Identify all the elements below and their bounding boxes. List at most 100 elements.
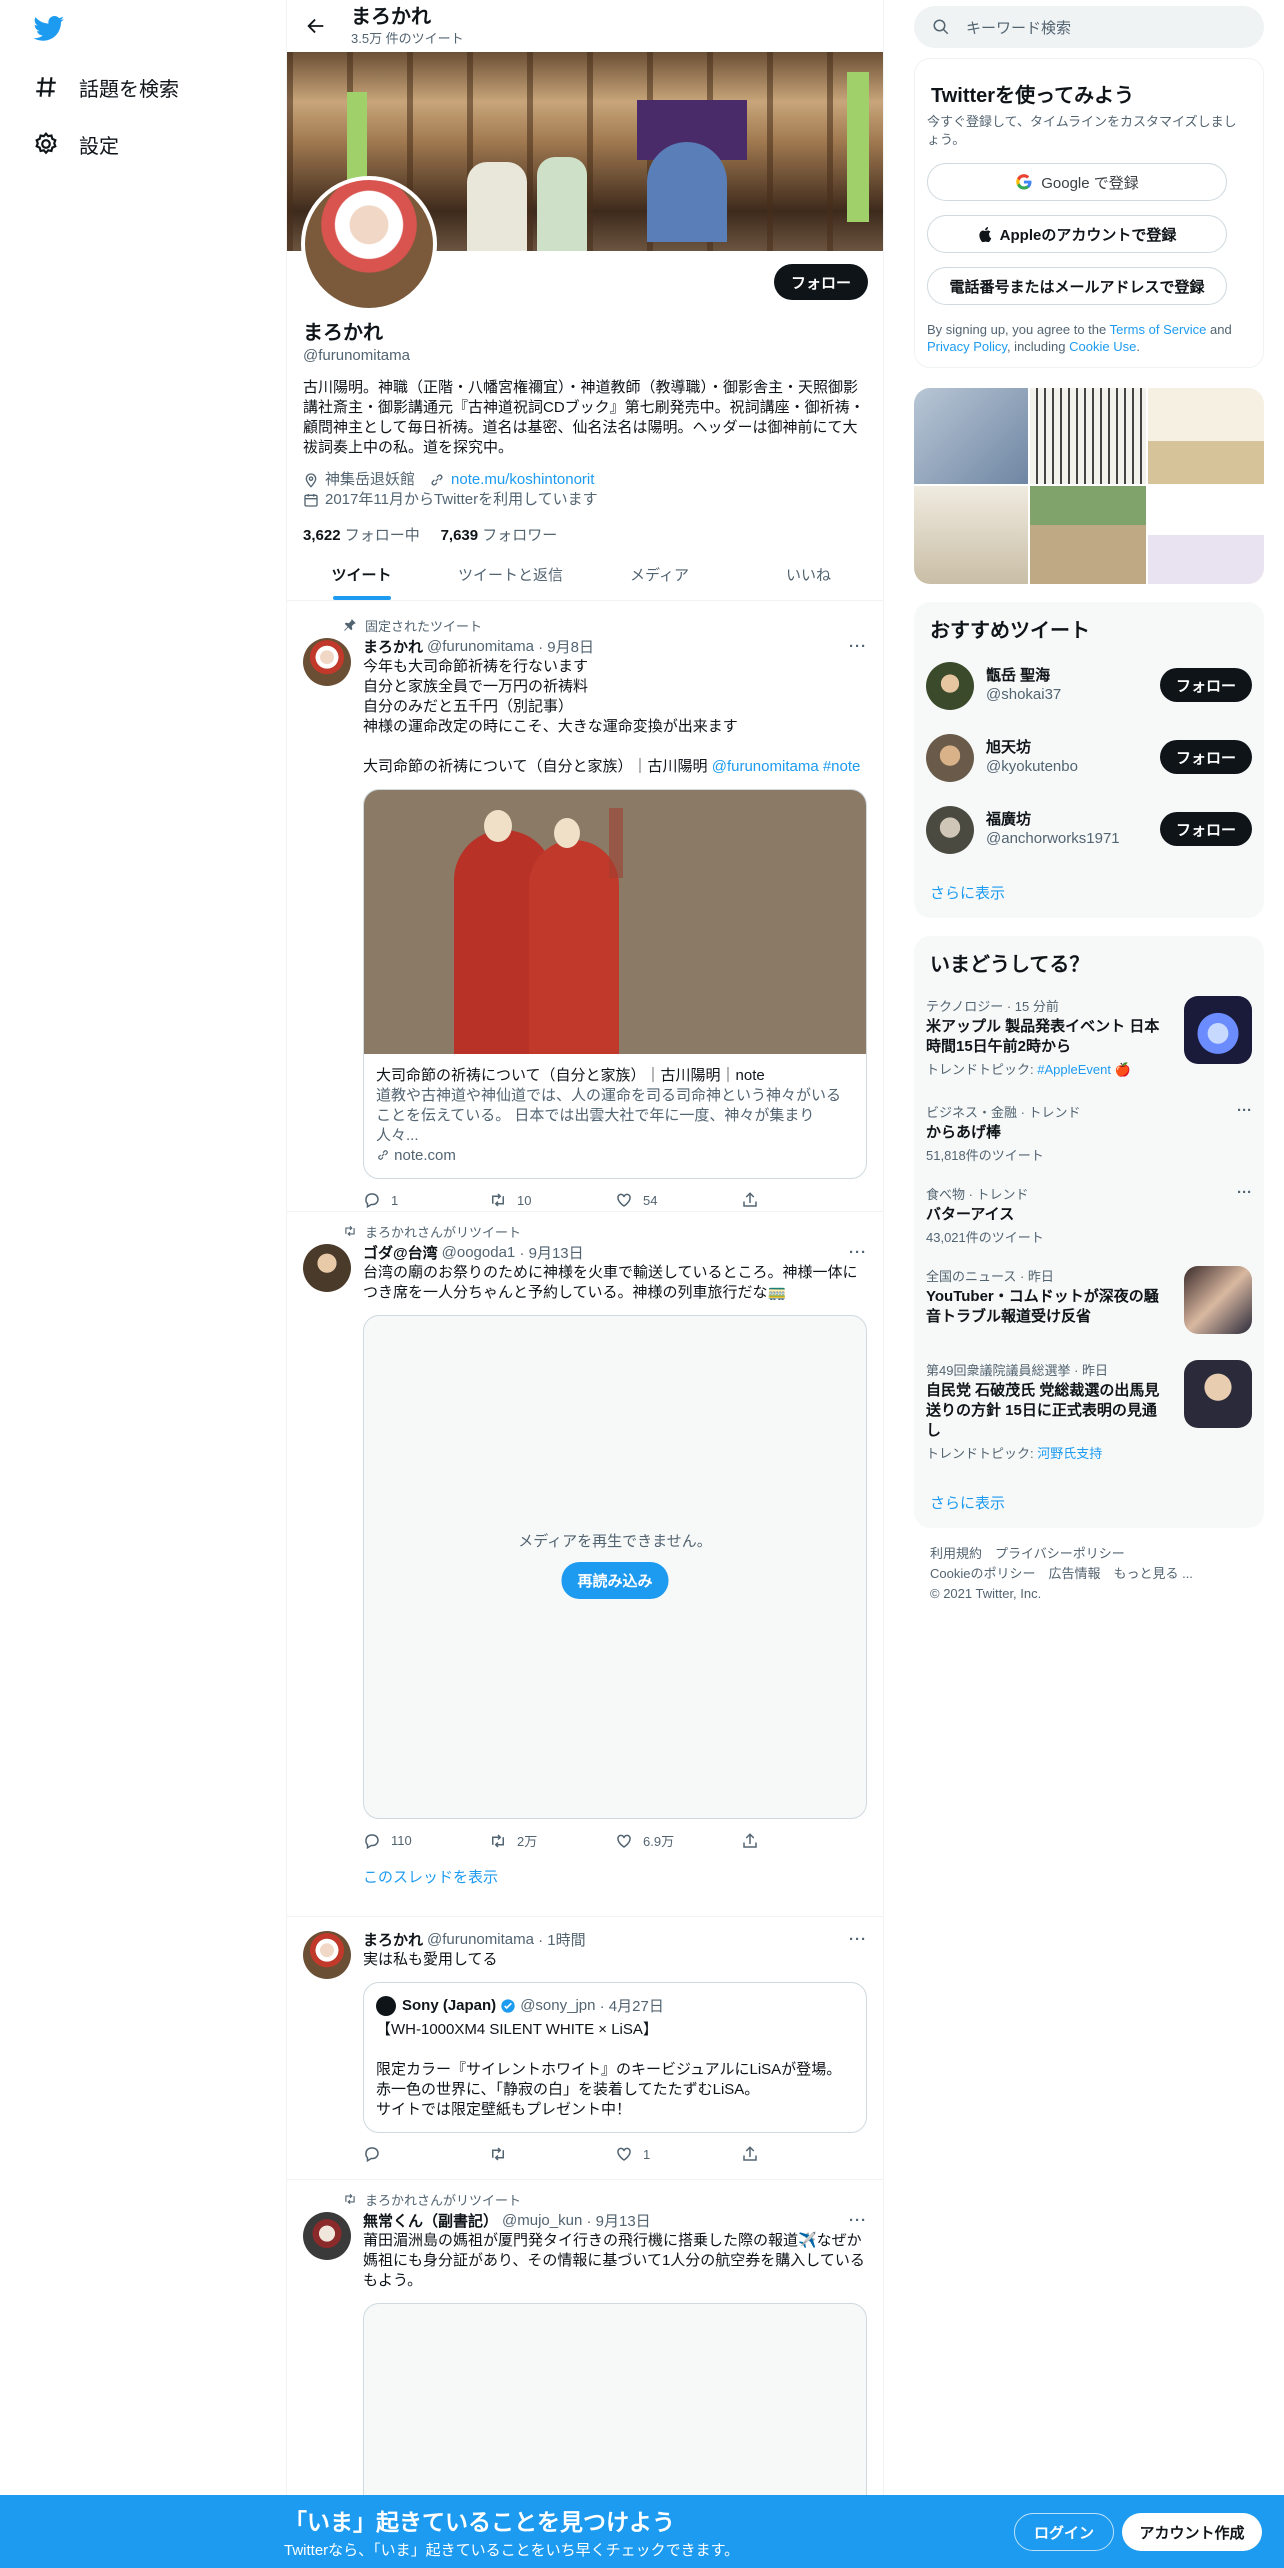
google-signup-button[interactable]: Google で登録 <box>927 163 1227 201</box>
signup-button[interactable]: アカウント作成 <box>1122 2513 1262 2551</box>
tweet-avatar[interactable] <box>303 1931 351 1979</box>
tweet-author-handle[interactable]: @mujo_kun <box>502 2212 582 2229</box>
reload-button[interactable]: 再読み込み <box>561 1562 669 1599</box>
share-button[interactable] <box>741 1832 867 1850</box>
retweet-button[interactable]: 10 <box>489 1191 615 1209</box>
trend-item[interactable]: ビジネス・金融 · トレンド からあげ棒 51,818件のツイート ··· <box>926 1102 1252 1163</box>
trend-topic-link[interactable]: 河野氏支持 <box>1037 1446 1102 1461</box>
tweet-pinned[interactable]: 固定されたツイート まろかれ @furunomitama · 9月8日 ··· … <box>287 602 883 1212</box>
tweet-date[interactable]: · 9月13日 <box>519 1242 583 1263</box>
more-options-icon[interactable]: ··· <box>1237 1184 1252 1201</box>
tweet-author-handle[interactable]: @oogoda1 <box>442 1244 516 1261</box>
like-button[interactable]: 6.9万 <box>615 1831 741 1850</box>
tweet-retweet-media[interactable]: まろかれさんがリツイート ゴダ@台湾 @oogoda1 · 9月13日 ··· … <box>287 1212 883 1917</box>
trend-item[interactable]: 食べ物 · トレンド バターアイス 43,021件のツイート ··· <box>926 1184 1252 1245</box>
tweet-avatar[interactable] <box>303 1244 351 1292</box>
show-thread-link[interactable]: このスレッドを表示 <box>363 1866 867 1887</box>
tweet-quote[interactable]: まろかれ @furunomitama · 1時間 ··· 実は私も愛用してる S… <box>287 1917 883 2180</box>
tab-media[interactable]: メディア <box>585 548 734 600</box>
tweet-author-name[interactable]: 無常くん（副書記） <box>363 2210 498 2231</box>
cookie-link[interactable]: Cookie Use <box>1069 339 1136 354</box>
suggested-user[interactable]: 旭天坊 @kyokutenbo フォロー <box>926 730 1252 786</box>
tweet-avatar[interactable] <box>303 2212 351 2260</box>
header-tweet-count: 3.5万 件のツイート <box>351 30 464 46</box>
tweet-author-handle[interactable]: @furunomitama <box>427 1931 534 1948</box>
more-options-icon[interactable]: ··· <box>849 1931 867 1948</box>
suggested-user[interactable]: 甑岳 聖海 @shokai37 フォロー <box>926 658 1252 714</box>
profile-avatar[interactable] <box>301 176 437 312</box>
tweet-text: 台湾の廟のお祭りのために神様を火車で輸送しているところ。神様一体につき席を一人分… <box>363 1264 858 1301</box>
footer-line-1[interactable]: 利用規約 プライバシーポリシー <box>930 1544 1250 1564</box>
reply-button[interactable]: 110 <box>363 1832 489 1850</box>
more-options-icon[interactable]: ··· <box>849 1244 867 1261</box>
more-options-icon[interactable]: ··· <box>849 2212 867 2229</box>
profile-location: 神集岳退妖館 <box>325 471 416 488</box>
link-card[interactable]: 大司命節の祈祷について（自分と家族）｜古川陽明｜note 道教や古神道や神仙道で… <box>363 789 867 1179</box>
nav-settings[interactable]: 設定 <box>33 124 119 164</box>
media-player[interactable]: メディアを再生できません。 再読み込み <box>363 1315 867 1819</box>
tweet-date[interactable]: · 1時間 <box>538 1929 586 1950</box>
tweet-author-name[interactable]: まろかれ <box>363 1929 423 1950</box>
tweet-author-name[interactable]: まろかれ <box>363 636 423 657</box>
tab-tweets-replies[interactable]: ツイートと返信 <box>436 548 585 600</box>
follow-button[interactable]: フォロー <box>1160 740 1252 774</box>
gear-icon <box>35 132 57 155</box>
profile-link[interactable]: note.mu/koshintonorit <box>451 470 594 490</box>
photo-thumb[interactable] <box>914 388 1028 484</box>
follow-button[interactable]: フォロー <box>774 264 868 300</box>
tweet-hashtag[interactable]: #note <box>819 758 861 775</box>
apple-signup-button[interactable]: Appleのアカウントで登録 <box>927 215 1227 253</box>
tweet-date[interactable]: · 9月8日 <box>538 636 594 657</box>
media-photo-grid[interactable] <box>914 388 1264 584</box>
tweet-avatar[interactable] <box>303 638 351 686</box>
verified-badge-icon <box>501 1998 515 2013</box>
followers-link[interactable]: 7,639 フォロワー <box>441 527 558 544</box>
bottom-subtext: Twitterなら、「いま」起きていることをいち早くチェックできます。 <box>284 2542 740 2559</box>
privacy-link[interactable]: Privacy Policy <box>927 339 1007 354</box>
photo-thumb[interactable] <box>1148 486 1264 584</box>
like-button[interactable]: 1 <box>615 2145 741 2163</box>
who-to-follow-show-more[interactable]: さらに表示 <box>930 882 1005 903</box>
follow-button[interactable]: フォロー <box>1160 668 1252 702</box>
tweet-text: 実は私も愛用してる <box>363 1951 498 1968</box>
like-button[interactable]: 54 <box>615 1191 741 1209</box>
login-button[interactable]: ログイン <box>1014 2513 1114 2551</box>
quoted-tweet[interactable]: Sony (Japan) @sony_jpn · 4月27日 【WH-1000X… <box>363 1982 867 2133</box>
trend-item[interactable]: 第49回衆議院議員総選挙 · 昨日 自民党 石破茂氏 党総裁選の出馬見送りの方針… <box>926 1360 1252 1470</box>
follow-button[interactable]: フォロー <box>1160 812 1252 846</box>
trend-item[interactable]: 全国のニュース · 昨日 YouTuber・コムドットが深夜の騒音トラブル報道受… <box>926 1266 1252 1342</box>
tweet-mention[interactable]: @furunomitama <box>712 758 819 775</box>
tweet-date[interactable]: · 9月13日 <box>586 2210 650 2231</box>
suggested-user[interactable]: 福廣坊 @anchorworks1971 フォロー <box>926 802 1252 858</box>
search-input[interactable]: キーワード検索 <box>914 6 1264 48</box>
trend-item[interactable]: テクノロジー · 15 分前 米アップル 製品発表イベント 日本時間15日午前2… <box>926 996 1252 1086</box>
tweet-author-name[interactable]: ゴダ@台湾 <box>363 1242 438 1263</box>
reply-button[interactable]: 1 <box>363 1191 489 1209</box>
photo-thumb[interactable] <box>914 486 1028 584</box>
tab-likes[interactable]: いいね <box>734 548 883 600</box>
reply-button[interactable] <box>363 2145 489 2163</box>
following-link[interactable]: 3,622 フォロー中 <box>303 527 420 544</box>
twitter-logo-icon[interactable] <box>33 16 65 42</box>
photo-thumb[interactable] <box>1030 486 1146 584</box>
phone-email-signup-button[interactable]: 電話番号またはメールアドレスで登録 <box>927 267 1227 305</box>
more-options-icon[interactable]: ··· <box>849 638 867 655</box>
photo-thumb[interactable] <box>1030 388 1146 484</box>
footer-line-2[interactable]: Cookieのポリシー 広告情報 もっと見る ... <box>930 1564 1250 1584</box>
more-options-icon[interactable]: ··· <box>1237 1102 1252 1119</box>
signup-subtitle: 今すぐ登録して、タイムラインをカスタマイズしましょう。 <box>927 114 1237 147</box>
trends-show-more[interactable]: さらに表示 <box>930 1492 1005 1513</box>
retweet-button[interactable] <box>489 2145 615 2163</box>
retweet-button[interactable]: 2万 <box>489 1831 615 1850</box>
heart-icon <box>617 1193 631 1207</box>
photo-thumb[interactable] <box>1148 388 1264 484</box>
tweet-author-handle[interactable]: @furunomitama <box>427 638 534 655</box>
terms-link[interactable]: Terms of Service <box>1110 322 1207 337</box>
share-button[interactable] <box>741 2145 867 2163</box>
tab-tweets[interactable]: ツイート <box>287 548 436 600</box>
nav-explore[interactable]: 話題を検索 <box>33 67 179 107</box>
trend-topic-link[interactable]: #AppleEvent 🍎 <box>1037 1062 1131 1077</box>
back-arrow-icon[interactable] <box>305 15 327 37</box>
share-button[interactable] <box>741 1191 867 1209</box>
bottom-headline: 「いま」起きていることを見つけよう <box>284 2509 675 2535</box>
